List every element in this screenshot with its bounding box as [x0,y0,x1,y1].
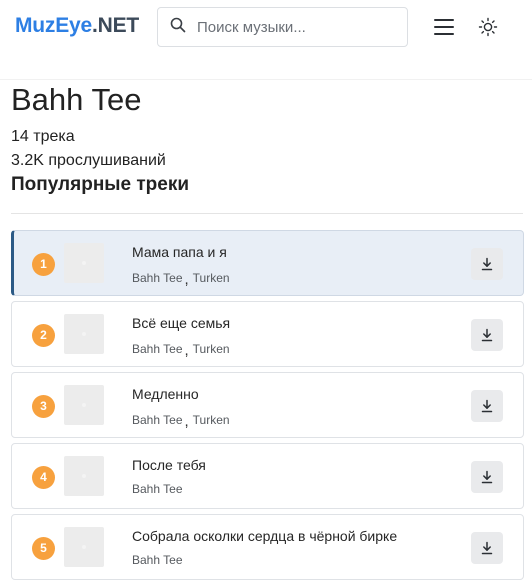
artist-link[interactable]: Bahh Tee [132,271,183,285]
section-title: Популярные треки [11,174,190,195]
artist-link[interactable]: Bahh Tee [132,413,183,427]
search-icon[interactable] [170,17,186,38]
download-button[interactable] [471,319,503,351]
search-input[interactable] [197,18,397,36]
header: MuzEye.NET [0,0,532,80]
track-rank-badge: 5 [32,537,55,560]
artist-link[interactable]: Turken [193,271,230,285]
track-cover-image[interactable] [64,385,104,425]
track-artists: Bahh Tee [132,482,183,496]
track-title[interactable]: Медленно [132,386,199,402]
track-row[interactable]: 5 Собрала осколки сердца в чёрной бирке … [11,514,524,580]
artist-separator: , [184,342,189,359]
track-rank-badge: 4 [32,466,55,489]
artist-link[interactable]: Bahh Tee [132,342,183,356]
logo-text-domain: .NET [92,14,140,37]
track-artists: Bahh Tee, Turken [132,269,230,288]
artist-link[interactable]: Turken [193,413,230,427]
track-title[interactable]: Мама папа и я [132,244,227,260]
sun-icon[interactable] [476,15,500,39]
artist-separator: , [184,413,189,430]
track-title[interactable]: Всё еще семья [132,315,230,331]
menu-icon[interactable] [431,16,457,38]
track-rank-badge: 2 [32,324,55,347]
download-button[interactable] [471,461,503,493]
download-icon [481,541,493,555]
artist-link[interactable]: Bahh Tee [132,482,183,496]
track-rank-badge: 1 [32,253,55,276]
divider [11,213,523,214]
track-list: 1 Мама папа и я Bahh Tee, Turken 2 Всё ещ… [11,230,524,585]
download-button[interactable] [471,248,503,280]
download-icon [481,399,493,413]
track-row[interactable]: 4 После тебя Bahh Tee [11,443,524,509]
track-artists: Bahh Tee [132,553,183,567]
plays-count: 3.2K прослушиваний [11,152,166,169]
track-row[interactable]: 1 Мама папа и я Bahh Tee, Turken [11,230,524,296]
track-row[interactable]: 3 Медленно Bahh Tee, Turken [11,372,524,438]
artist-link[interactable]: Turken [193,342,230,356]
logo-text-main: MuzEye [15,14,92,37]
artist-separator: , [184,271,189,288]
track-cover-image[interactable] [64,243,104,283]
tracks-count: 14 трека [11,128,75,145]
track-artists: Bahh Tee, Turken [132,340,230,359]
download-button[interactable] [471,390,503,422]
download-icon [481,257,493,271]
track-row[interactable]: 2 Всё еще семья Bahh Tee, Turken [11,301,524,367]
track-cover-image[interactable] [64,527,104,567]
download-button[interactable] [471,532,503,564]
artist-name: Bahh Tee [11,82,142,117]
track-cover-image[interactable] [64,456,104,496]
download-icon [481,470,493,484]
track-rank-badge: 3 [32,395,55,418]
site-logo[interactable]: MuzEye.NET [15,14,139,38]
track-title[interactable]: Собрала осколки сердца в чёрной бирке [132,528,397,544]
track-artists: Bahh Tee, Turken [132,411,230,430]
artist-link[interactable]: Bahh Tee [132,553,183,567]
search-box[interactable] [157,7,408,47]
track-cover-image[interactable] [64,314,104,354]
download-icon [481,328,493,342]
track-title[interactable]: После тебя [132,457,206,473]
